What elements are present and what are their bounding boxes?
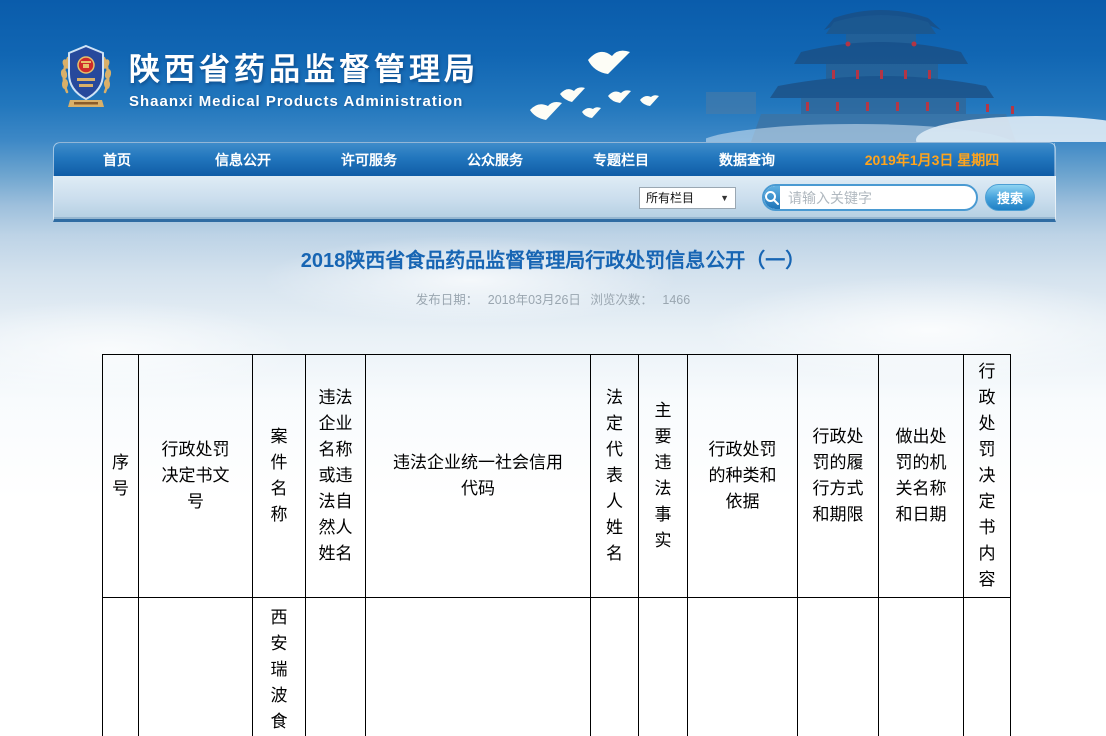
penalty-table: 序号行政处罚决定书文号案件名称违法企业名称或违法自然人姓名违法企业统一社会信用代… (102, 354, 1011, 736)
column-header: 行政处罚决定书文号 (139, 355, 253, 598)
table-cell (879, 598, 964, 736)
bell-tower-image (706, 0, 1106, 142)
column-header: 案件名称 (253, 355, 306, 598)
column-header: 做出处罚的机关名称和日期 (879, 355, 964, 598)
table-cell (139, 598, 253, 736)
views-label: 浏览次数： (590, 293, 653, 307)
search-input[interactable] (780, 186, 977, 209)
dove-icons (520, 48, 720, 138)
dropdown-arrow-icon: ▼ (720, 193, 729, 203)
publish-date-label: 发布日期： (416, 293, 479, 307)
column-header: 违法企业统一社会信用代码 (366, 355, 591, 598)
table-cell (591, 598, 639, 736)
main-nav: 首页信息公开许可服务公众服务专题栏目数据查询2019年1月3日 星期四 (53, 142, 1056, 176)
column-header: 主要违法事实 (639, 355, 688, 598)
table-row: 西安瑞波食品 (103, 598, 1011, 736)
table-cell (688, 598, 798, 736)
column-header: 法定代表人姓名 (591, 355, 639, 598)
search-button[interactable]: 搜索 (985, 184, 1035, 211)
nav-item-home[interactable]: 首页 (54, 143, 180, 176)
page-title: 2018陕西省食品药品监督管理局行政处罚信息公开（一） (0, 244, 1106, 273)
nav-date: 2019年1月3日 星期四 (810, 143, 1055, 176)
main-container: 首页信息公开许可服务公众服务专题栏目数据查询2019年1月3日 星期四 所有栏目… (53, 142, 1056, 222)
table-cell (366, 598, 591, 736)
site-title: 陕西省药品监督管理局 (129, 44, 479, 89)
category-select-value: 所有栏目 (646, 189, 694, 206)
agency-emblem-logo (57, 40, 115, 114)
column-header: 行政处罚的履行方式和期限 (798, 355, 879, 598)
table-cell (798, 598, 879, 736)
article: 2018陕西省食品药品监督管理局行政处罚信息公开（一） 发布日期： 2018年0… (0, 222, 1106, 736)
column-header: 行政处罚的种类和依据 (688, 355, 798, 598)
views-value: 1466 (662, 293, 690, 307)
table-header-row: 序号行政处罚决定书文号案件名称违法企业名称或违法自然人姓名违法企业统一社会信用代… (103, 355, 1011, 598)
table-cell (639, 598, 688, 736)
column-header: 违法企业名称或违法自然人姓名 (306, 355, 366, 598)
publish-date-value: 2018年03月26日 (488, 293, 581, 307)
search-box (762, 184, 978, 211)
brand: 陕西省药品监督管理局 Shaanxi Medical Products Admi… (57, 40, 479, 114)
nav-item-data-query[interactable]: 数据查询 (684, 143, 810, 176)
table-cell (964, 598, 1011, 736)
article-meta: 发布日期： 2018年03月26日 浏览次数： 1466 (0, 289, 1106, 308)
table-cell (306, 598, 366, 736)
site-subtitle: Shaanxi Medical Products Administration (129, 93, 479, 110)
nav-item-info-disclosure[interactable]: 信息公开 (180, 143, 306, 176)
search-icon (764, 186, 780, 209)
nav-item-public-services[interactable]: 公众服务 (432, 143, 558, 176)
nav-item-licensing-services[interactable]: 许可服务 (306, 143, 432, 176)
site-header: 陕西省药品监督管理局 Shaanxi Medical Products Admi… (0, 0, 1106, 142)
nav-item-special-topics[interactable]: 专题栏目 (558, 143, 684, 176)
search-bar-row: 所有栏目 ▼ 搜索 (53, 176, 1056, 222)
table-cell (103, 598, 139, 736)
column-header: 序号 (103, 355, 139, 598)
table-cell: 西安瑞波食品 (253, 598, 306, 736)
column-header: 行政处罚决定书内容 (964, 355, 1011, 598)
category-select[interactable]: 所有栏目 ▼ (639, 187, 736, 209)
